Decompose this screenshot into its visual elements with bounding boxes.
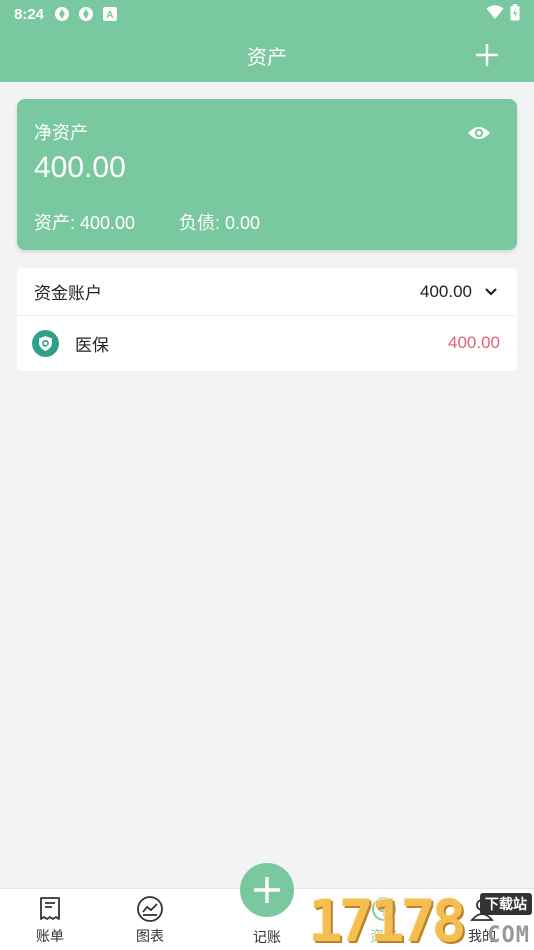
- page-title: 资产: [247, 46, 287, 69]
- account-balance: 400.00: [448, 333, 500, 352]
- plus-icon: [476, 44, 498, 66]
- bill-icon: [36, 895, 64, 923]
- account-name: 医保: [75, 335, 109, 355]
- nav-assets[interactable]: 资产: [334, 889, 434, 950]
- account-group-name: 资金账户: [34, 284, 102, 303]
- chart-icon: [136, 895, 164, 923]
- add-record-button[interactable]: [240, 863, 294, 917]
- account-group-header[interactable]: 资金账户 400.00: [17, 268, 517, 316]
- account-group-total: 400.00: [420, 281, 472, 301]
- plus-icon: [254, 877, 280, 903]
- total-assets-text: 资产: 400.00: [34, 213, 136, 233]
- asset-icon: [370, 895, 398, 923]
- a-badge-icon: A: [102, 6, 118, 22]
- nav-bill[interactable]: 账单: [0, 889, 100, 950]
- nav-label: 资产: [370, 928, 398, 944]
- total-debts-text: 负债: 0.00: [179, 213, 261, 233]
- nav-label: 我的: [468, 928, 496, 944]
- wifi-icon: [486, 4, 504, 24]
- add-account-button[interactable]: [470, 38, 504, 72]
- net-asset-label: 净资产: [34, 123, 88, 143]
- status-time: 8:24: [14, 5, 45, 23]
- medical-insurance-icon: [32, 329, 59, 357]
- svg-text:A: A: [106, 10, 113, 21]
- profile-icon: [468, 895, 496, 923]
- chevron-down-icon: [482, 283, 500, 301]
- eye-icon: [468, 127, 490, 139]
- status-bar: 8:24 A: [0, 0, 534, 28]
- nav-label: 账单: [36, 928, 64, 944]
- account-group-card: 资金账户 400.00 医保 400.00: [17, 268, 517, 371]
- account-row[interactable]: 医保 400.00: [17, 316, 517, 370]
- net-asset-card: 净资产 400.00 资产: 400.00 负债: 0.00: [17, 99, 517, 250]
- app-bar: 资产: [0, 28, 534, 82]
- app-notification-icon: [54, 6, 70, 22]
- nav-profile[interactable]: 我的: [432, 889, 532, 950]
- nav-label: 图表: [136, 928, 164, 944]
- add-record-label: 记账: [253, 929, 281, 945]
- nav-chart[interactable]: 图表: [100, 889, 200, 950]
- net-asset-amount: 400.00: [34, 151, 126, 184]
- toggle-visibility-button[interactable]: [467, 123, 491, 143]
- app-notification-icon: [78, 6, 94, 22]
- battery-icon: [510, 3, 520, 25]
